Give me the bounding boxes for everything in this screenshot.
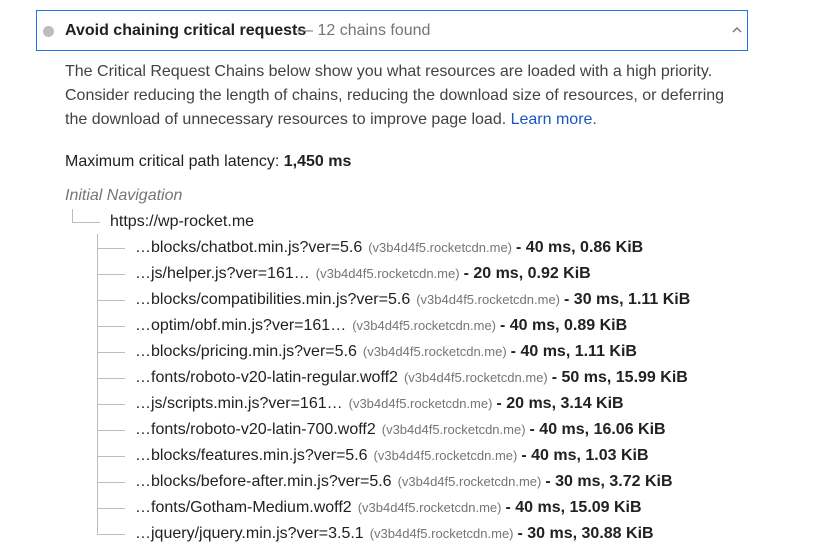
tree-branch <box>97 326 125 327</box>
chain-row: …fonts/roboto-v20-latin-700.woff2 (v3b4d4… <box>135 421 666 443</box>
chain-url: …js/helper.js?ver=161… <box>135 265 310 282</box>
tree-branch <box>97 430 125 431</box>
chain-host: (v3b4d4f5.rocketcdn.me) <box>352 318 496 333</box>
chain-host: (v3b4d4f5.rocketcdn.me) <box>348 396 493 411</box>
tree-branch <box>97 404 125 405</box>
chain-host: (v3b4d4f5.rocketcdn.me) <box>315 266 460 281</box>
chain-stats: - 20 ms, 3.14 KiB <box>496 395 624 412</box>
chain-stats: - 40 ms, 15.09 KiB <box>505 499 642 516</box>
tree-branch <box>97 274 125 275</box>
chain-host: (v3b4d4f5.rocketcdn.me) <box>357 500 502 515</box>
chain-stats: - 30 ms, 3.72 KiB <box>545 473 673 490</box>
chain-stats: - 40 ms, 1.11 KiB <box>510 343 637 360</box>
chain-url: …optim/obf.min.js?ver=161… <box>135 317 347 334</box>
chain-row: …blocks/before-after.min.js?ver=5.6 (v3b4… <box>135 473 673 495</box>
chain-url: …blocks/features.min.js?ver=5.6 <box>135 447 368 464</box>
chain-stats: - 40 ms, 16.06 KiB <box>529 421 666 438</box>
chain-stats: - 30 ms, 1.11 KiB <box>564 291 691 308</box>
chain-url: …fonts/roboto-v20-latin-regular.woff2 <box>135 369 398 386</box>
chain-url: …blocks/pricing.min.js?ver=5.6 <box>135 343 357 360</box>
chain-url: …blocks/compatibilities.min.js?ver=5.6 <box>135 291 411 308</box>
chain-stats: - 30 ms, 30.88 KiB <box>517 525 654 542</box>
chain-host: (v3b4d4f5.rocketcdn.me) <box>373 448 518 463</box>
chain-url: …fonts/Gotham-Medium.woff2 <box>135 499 352 516</box>
chain-stats: - 40 ms, 1.03 KiB <box>521 447 649 464</box>
tree-branch <box>97 508 125 509</box>
chain-host: (v3b4d4f5.rocketcdn.me) <box>381 422 526 437</box>
chain-row: …js/helper.js?ver=161… (v3b4d4f5.rocketcd… <box>135 265 591 287</box>
tree-branch <box>97 248 125 249</box>
chain-stats: - 20 ms, 0.92 KiB <box>463 265 591 282</box>
tree-branch <box>97 378 125 379</box>
chain-url: …fonts/roboto-v20-latin-700.woff2 <box>135 421 376 438</box>
chain-row: …blocks/chatbot.min.js?ver=5.6 (v3b4d4f5.… <box>135 239 643 261</box>
chain-url: …jquery/jquery.min.js?ver=3.5.1 <box>135 525 364 542</box>
tree-branch <box>97 300 125 301</box>
tree-branch <box>97 482 125 483</box>
chain-host: (v3b4d4f5.rocketcdn.me) <box>397 474 542 489</box>
chain-row: …blocks/pricing.min.js?ver=5.6 (v3b4d4f5.… <box>135 343 637 365</box>
chain-row: …blocks/compatibilities.min.js?ver=5.6 (v… <box>135 291 690 313</box>
chain-host: (v3b4d4f5.rocketcdn.me) <box>403 370 548 385</box>
chain-host: (v3b4d4f5.rocketcdn.me) <box>416 292 561 307</box>
chain-row: …jquery/jquery.min.js?ver=3.5.1 (v3b4d4f5… <box>135 525 654 547</box>
tree-branch <box>97 456 125 457</box>
chain-row: …js/scripts.min.js?ver=161… (v3b4d4f5.roc… <box>135 395 624 417</box>
chain-list: …blocks/chatbot.min.js?ver=5.6 (v3b4d4f5.… <box>0 0 816 557</box>
chain-host: (v3b4d4f5.rocketcdn.me) <box>368 240 513 255</box>
chain-stats: - 50 ms, 15.99 KiB <box>551 369 688 386</box>
chain-row: …fonts/Gotham-Medium.woff2 (v3b4d4f5.rock… <box>135 499 642 521</box>
chain-host: (v3b4d4f5.rocketcdn.me) <box>362 344 507 359</box>
chain-url: …js/scripts.min.js?ver=161… <box>135 395 343 412</box>
chain-stats: - 40 ms, 0.86 KiB <box>516 239 644 256</box>
chain-row: …fonts/roboto-v20-latin-regular.woff2 (v3… <box>135 369 688 391</box>
tree-branch <box>97 352 125 353</box>
chain-row: …optim/obf.min.js?ver=161… (v3b4d4f5.rock… <box>135 317 627 339</box>
chain-row: …blocks/features.min.js?ver=5.6 (v3b4d4f5… <box>135 447 649 469</box>
tree-branch <box>97 534 125 535</box>
chain-stats: - 40 ms, 0.89 KiB <box>500 317 628 334</box>
chain-url: …blocks/before-after.min.js?ver=5.6 <box>135 473 392 490</box>
chain-host: (v3b4d4f5.rocketcdn.me) <box>369 526 514 541</box>
chain-url: …blocks/chatbot.min.js?ver=5.6 <box>135 239 363 256</box>
